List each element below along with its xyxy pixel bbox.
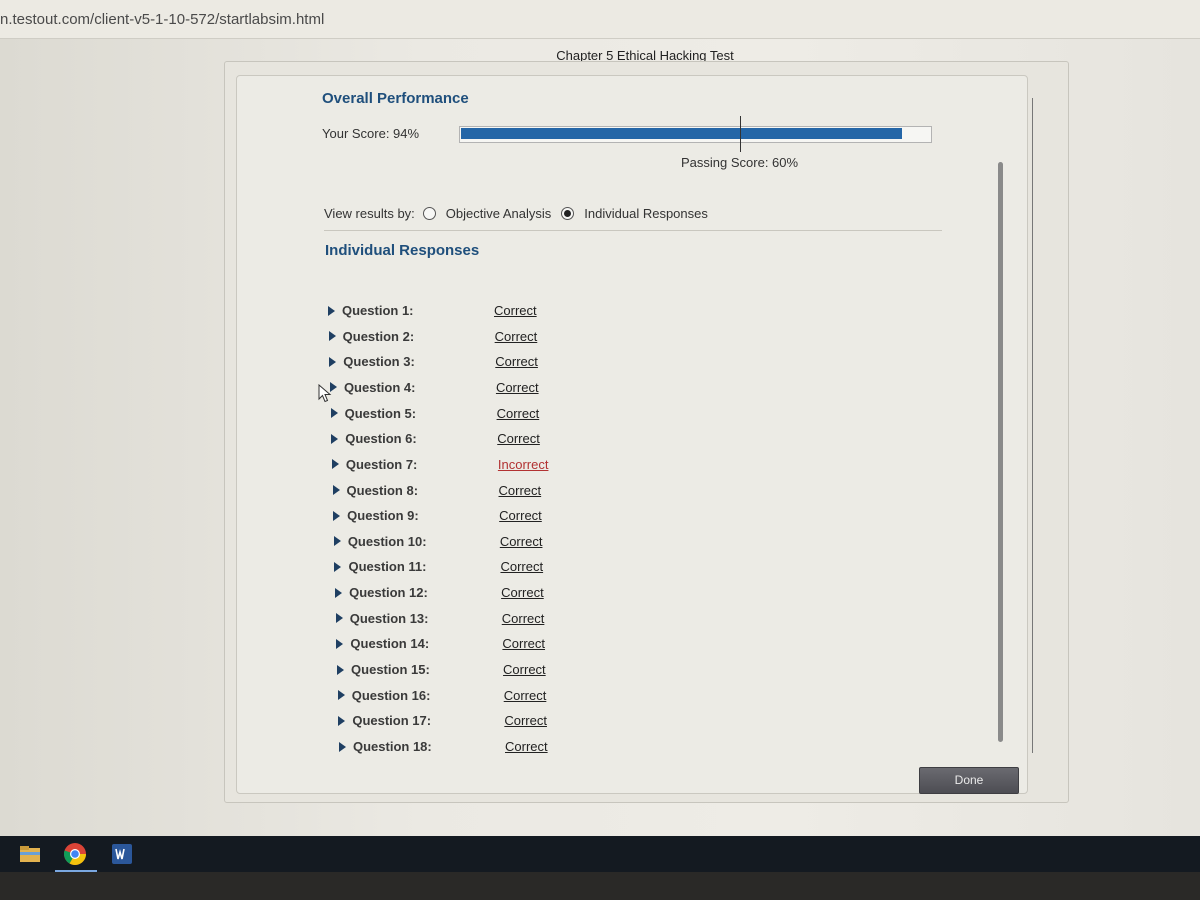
question-label: Question 14: [350,636,430,652]
overall-performance-heading: Overall Performance [322,90,469,107]
question-label: Question 3: [343,354,415,370]
passing-score-marker [739,116,741,152]
response-row[interactable]: Question 3: Correct [329,353,589,370]
expand-triangle-icon[interactable] [328,331,336,342]
expand-triangle-icon[interactable] [337,690,345,701]
response-row[interactable]: Question 18: Correct [339,738,599,755]
word-icon[interactable] [110,842,134,866]
question-label: Question 10: [347,533,427,549]
expand-triangle-icon[interactable] [333,536,341,547]
response-row[interactable]: Question 5: Correct [330,405,591,422]
result-link[interactable]: Correct [495,329,538,344]
expand-triangle-icon[interactable] [331,433,339,444]
view-results-by: View results by: Objective Analysis Indi… [324,203,708,223]
question-label: Question 2: [342,328,415,344]
expand-triangle-icon[interactable] [337,664,345,675]
individual-responses-label[interactable]: Individual Responses [584,206,708,221]
response-row[interactable]: Question 14: Correct [336,635,596,652]
result-link[interactable]: Correct [497,406,540,421]
divider [324,230,942,231]
result-link[interactable]: Correct [497,431,540,446]
expand-triangle-icon[interactable] [329,356,337,367]
result-link[interactable]: Correct [504,713,547,728]
expand-triangle-icon[interactable] [339,741,346,752]
your-score-label: Your Score: 94% [322,126,420,141]
objective-analysis-label[interactable]: Objective Analysis [446,206,552,221]
question-label: Question 6: [345,431,417,447]
expand-triangle-icon[interactable] [338,715,346,726]
expand-triangle-icon[interactable] [333,510,341,521]
result-link[interactable]: Correct [499,483,542,498]
score-bar [459,126,932,143]
expand-triangle-icon[interactable] [330,408,338,419]
individual-responses-radio[interactable] [561,206,575,220]
question-label: Question 5: [344,405,417,421]
done-button[interactable]: Done [919,767,1019,794]
response-row[interactable]: Question 7: Incorrect [331,456,592,473]
response-row[interactable]: Question 1: Correct [328,302,588,319]
browser-address-bar[interactable]: n.testout.com/client-v5-1-10-572/startla… [0,0,1200,39]
expand-triangle-icon[interactable] [334,561,342,572]
result-link[interactable]: Correct [496,380,539,395]
individual-responses-heading: Individual Responses [325,242,480,259]
response-row[interactable]: Question 6: Correct [331,430,591,447]
file-explorer-icon[interactable] [18,842,42,866]
expand-triangle-icon[interactable] [335,587,343,598]
question-label: Question 4: [343,379,416,395]
expand-triangle-icon[interactable] [328,305,335,316]
response-row[interactable]: Question 9: Correct [333,507,593,524]
expand-triangle-icon[interactable] [336,638,344,649]
question-label: Question 9: [347,508,419,524]
response-row[interactable]: Question 13: Correct [335,610,596,627]
result-link[interactable]: Correct [501,585,544,600]
result-link[interactable]: Incorrect [498,457,549,472]
result-link[interactable]: Correct [502,611,545,626]
response-row[interactable]: Question 17: Correct [338,712,598,729]
question-label: Question 11: [348,559,427,575]
result-link[interactable]: Correct [505,739,548,754]
response-row[interactable]: Question 11: Correct [334,558,594,575]
result-link[interactable]: Correct [499,508,542,523]
scrollbar-thumb[interactable] [998,162,1003,742]
score-bar-fill [461,128,902,139]
windows-taskbar [0,836,1200,872]
response-row[interactable]: Question 4: Correct [329,379,590,396]
response-row[interactable]: Question 10: Correct [333,533,594,550]
question-label: Question 13: [349,610,429,626]
result-link[interactable]: Correct [500,559,543,574]
question-label: Question 17: [352,713,432,729]
question-label: Question 12: [349,585,428,601]
result-link[interactable]: Correct [503,662,546,677]
url-text[interactable]: n.testout.com/client-v5-1-10-572/startla… [0,11,324,28]
expand-triangle-icon[interactable] [335,613,343,624]
view-results-label: View results by: [324,205,415,221]
result-link[interactable]: Correct [504,688,547,703]
chrome-icon[interactable] [63,842,87,866]
response-row[interactable]: Question 8: Correct [332,482,593,499]
response-row[interactable]: Question 15: Correct [337,661,597,678]
question-label: Question 8: [346,482,419,498]
expand-triangle-icon[interactable] [331,459,339,470]
response-row[interactable]: Question 12: Correct [335,584,595,601]
result-link[interactable]: Correct [495,354,538,369]
question-label: Question 16: [351,687,431,703]
result-link[interactable]: Correct [500,534,543,549]
passing-score-label: Passing Score: 60% [681,155,799,170]
monitor-bezel [0,872,1200,900]
question-label: Question 1: [342,303,414,318]
response-row[interactable]: Question 2: Correct [328,328,589,345]
response-row[interactable]: Question 16: Correct [337,687,598,704]
result-link[interactable]: Correct [502,636,545,651]
question-label: Question 18: [353,739,432,754]
expand-triangle-icon[interactable] [332,485,340,496]
question-label: Question 7: [345,456,418,472]
question-label: Question 15: [351,662,430,678]
result-link[interactable]: Correct [494,303,537,318]
scrollbar-track[interactable] [1032,98,1033,753]
objective-analysis-radio[interactable] [422,206,436,220]
mouse-cursor-icon [318,384,332,403]
